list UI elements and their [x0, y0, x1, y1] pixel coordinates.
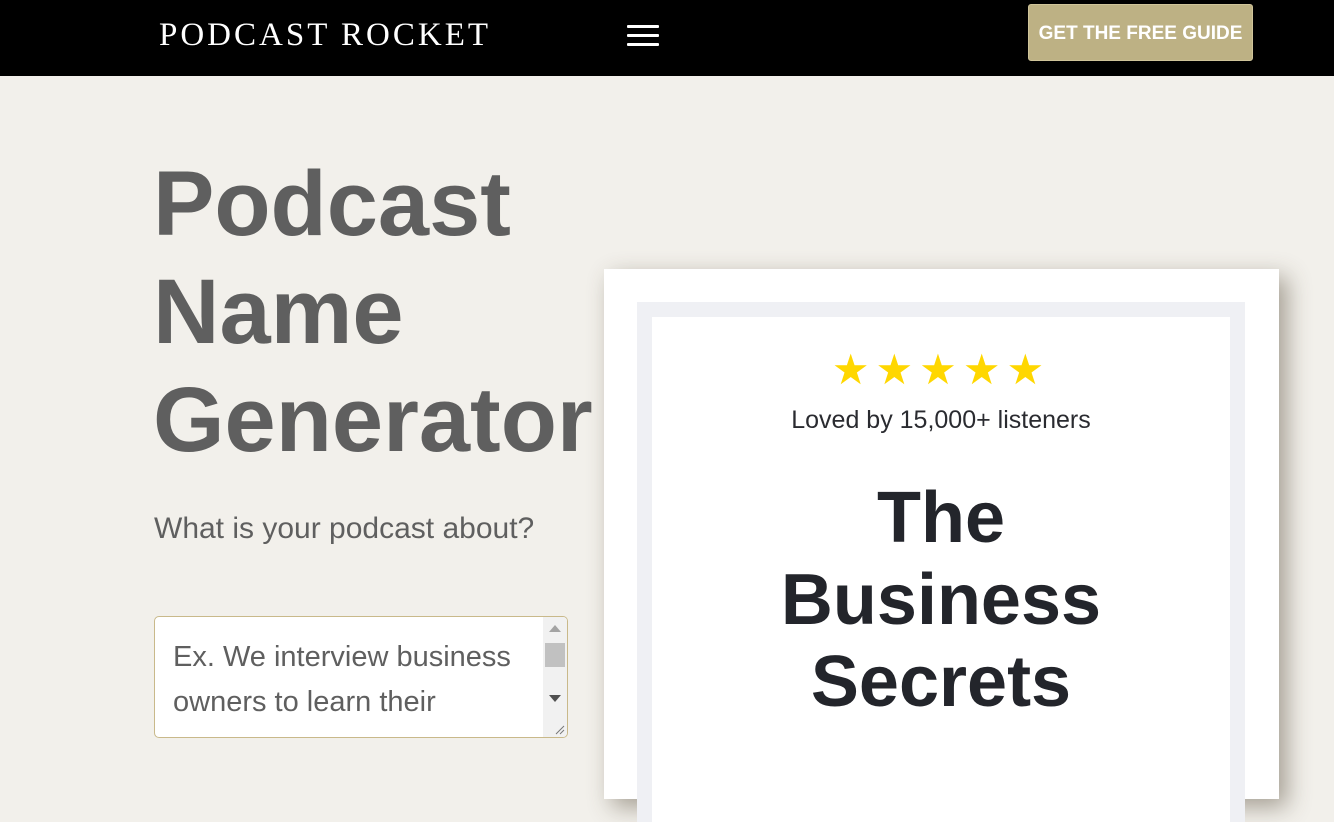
- page-title: Podcast Name Generator: [153, 150, 613, 474]
- scroll-down-arrow-icon[interactable]: [549, 695, 561, 702]
- promo-card: ★★★★★ Loved by 15,000+ listeners The Bus…: [604, 269, 1279, 822]
- podcast-topic-textarea[interactable]: [155, 617, 543, 737]
- page-title-line: Podcast: [153, 153, 511, 255]
- hamburger-menu-icon[interactable]: [627, 25, 659, 47]
- promo-card-inner: ★★★★★ Loved by 15,000+ listeners The Bus…: [652, 317, 1230, 822]
- book-title-line: Business: [780, 560, 1102, 640]
- promo-card-frame: ★★★★★ Loved by 15,000+ listeners The Bus…: [637, 302, 1245, 822]
- site-logo[interactable]: PODCAST ROCKET: [159, 14, 491, 56]
- book-title-line: The: [876, 478, 1005, 558]
- resize-grip-icon[interactable]: [553, 723, 565, 735]
- scroll-up-arrow-icon[interactable]: [549, 625, 561, 632]
- textarea-scrollbar[interactable]: [543, 617, 567, 737]
- rating-caption: Loved by 15,000+ listeners: [791, 406, 1091, 434]
- top-navigation-bar: PODCAST ROCKET GET THE FREE GUIDE: [0, 0, 1334, 76]
- scroll-thumb[interactable]: [545, 643, 565, 667]
- menu-line: [627, 43, 659, 46]
- menu-line: [627, 34, 659, 37]
- get-free-guide-button[interactable]: GET THE FREE GUIDE: [1028, 4, 1253, 61]
- menu-line: [627, 25, 659, 28]
- page-title-line: Name: [153, 261, 404, 363]
- book-title-line: Secrets: [810, 642, 1072, 722]
- podcast-topic-label: What is your podcast about?: [154, 512, 535, 545]
- book-title: The Business Secrets: [652, 477, 1230, 723]
- page-title-line: Generator: [153, 369, 593, 471]
- star-rating-icon: ★★★★★: [831, 345, 1051, 394]
- podcast-topic-field-container: [154, 616, 568, 738]
